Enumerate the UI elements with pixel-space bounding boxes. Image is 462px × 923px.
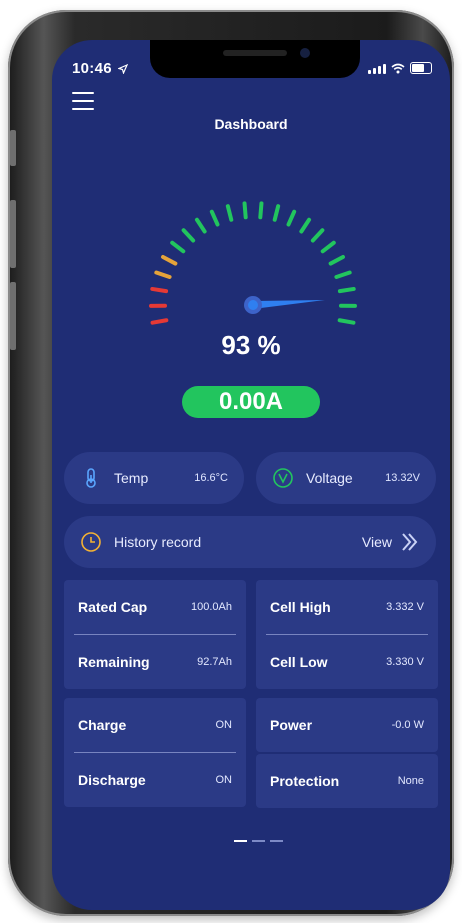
protection-row[interactable]: Protection None [256, 754, 438, 808]
gauge-tick [320, 240, 336, 254]
gauge-tick [161, 254, 178, 266]
front-camera [300, 48, 310, 58]
volume-up-button [10, 200, 16, 268]
gauge-tick [310, 228, 325, 243]
protection-label: Protection [270, 773, 340, 789]
remaining-value: 92.7Ah [197, 656, 232, 668]
charge-label: Charge [78, 717, 127, 733]
rated-cap-row: Rated Cap 100.0Ah [64, 580, 246, 634]
protection-value: None [397, 775, 424, 787]
gauge-tick [299, 217, 312, 234]
page-dot[interactable] [270, 840, 283, 842]
cell-low-label: Cell Low [270, 654, 328, 670]
wifi-icon [391, 63, 405, 74]
power-label: Power [270, 717, 313, 733]
charge-row[interactable]: Charge ON [64, 698, 246, 752]
temp-label: Temp [114, 470, 149, 486]
history-record-row[interactable]: History record View [64, 516, 436, 568]
discharge-label: Discharge [78, 772, 146, 788]
volume-down-button [10, 282, 16, 350]
temp-value: 16.6°C [194, 472, 228, 484]
status-time: 10:46 [72, 60, 112, 77]
gauge-tick [170, 240, 186, 254]
gauge-hub-center [248, 300, 258, 310]
notch [150, 40, 360, 78]
double-chevron-right-icon[interactable] [398, 531, 422, 553]
cell-card: Cell High 3.332 V Cell Low 3.330 V [256, 580, 438, 689]
hamburger-menu-icon[interactable] [72, 92, 94, 110]
clock-icon [81, 532, 101, 552]
rated-cap-value: 100.0Ah [191, 601, 232, 613]
power-row: Power -0.0 W [256, 698, 438, 752]
cell-high-value: 3.332 V [386, 601, 424, 613]
view-history-link[interactable]: View [362, 534, 392, 550]
speaker [223, 50, 287, 56]
voltage-pill: Voltage 13.32V [256, 452, 436, 504]
protection-card: Protection None [256, 754, 438, 808]
remaining-row: Remaining 92.7Ah [64, 635, 246, 689]
gauge-tick [194, 217, 207, 234]
page-title: Dashboard [214, 116, 288, 132]
power-card: Power -0.0 W [256, 698, 438, 752]
status-icons [368, 62, 432, 74]
remaining-label: Remaining [78, 654, 150, 670]
page-indicator[interactable] [234, 840, 283, 842]
phone-frame: 10:46 Dashboard 93 % 0.00A Temp 16.6°C V… [8, 10, 454, 916]
battery-status-icon [410, 62, 432, 74]
temp-pill: Temp 16.6°C [64, 452, 244, 504]
page-dot-active[interactable] [234, 840, 247, 842]
gauge-tick [181, 228, 196, 243]
soc-percent: 93 % [221, 330, 281, 360]
mute-switch [10, 130, 16, 166]
rated-cap-label: Rated Cap [78, 599, 148, 615]
charge-card: Charge ON Discharge ON [64, 698, 246, 807]
cell-low-value: 3.330 V [386, 656, 424, 668]
discharge-value: ON [215, 774, 233, 786]
cell-high-row: Cell High 3.332 V [256, 580, 438, 634]
discharge-row[interactable]: Discharge ON [64, 753, 246, 807]
gauge-tick [337, 318, 356, 325]
signal-icon [368, 64, 386, 74]
app-screen: 10:46 Dashboard 93 % 0.00A Temp 16.6°C V… [52, 40, 450, 910]
gauge-tick [328, 254, 345, 266]
gauge-tick [150, 318, 169, 325]
gauge-tick [154, 270, 172, 279]
thermometer-icon [86, 468, 96, 488]
history-label: History record [114, 534, 202, 550]
gauge-tick [209, 209, 220, 227]
page-dot[interactable] [252, 840, 265, 842]
gauge-needle [252, 299, 325, 309]
capacity-card: Rated Cap 100.0Ah Remaining 92.7Ah [64, 580, 246, 689]
soc-gauge [149, 201, 357, 325]
voltage-label: Voltage [306, 470, 353, 486]
voltage-icon [273, 468, 293, 488]
gauge-tick [272, 204, 281, 222]
charge-value: ON [215, 719, 233, 731]
location-arrow-icon [118, 64, 128, 74]
power-value: -0.0 W [391, 719, 424, 731]
current-badge: 0.00A [182, 386, 320, 418]
gauge-tick [258, 201, 264, 220]
cell-low-row: Cell Low 3.330 V [256, 635, 438, 689]
gauge-tick [286, 209, 297, 227]
cell-high-label: Cell High [270, 599, 331, 615]
voltage-value: 13.32V [385, 472, 420, 484]
gauge-tick [150, 286, 169, 294]
gauge-tick [242, 201, 248, 220]
gauge-tick [334, 270, 352, 279]
gauge-tick [337, 286, 356, 294]
gauge-tick [225, 204, 234, 222]
